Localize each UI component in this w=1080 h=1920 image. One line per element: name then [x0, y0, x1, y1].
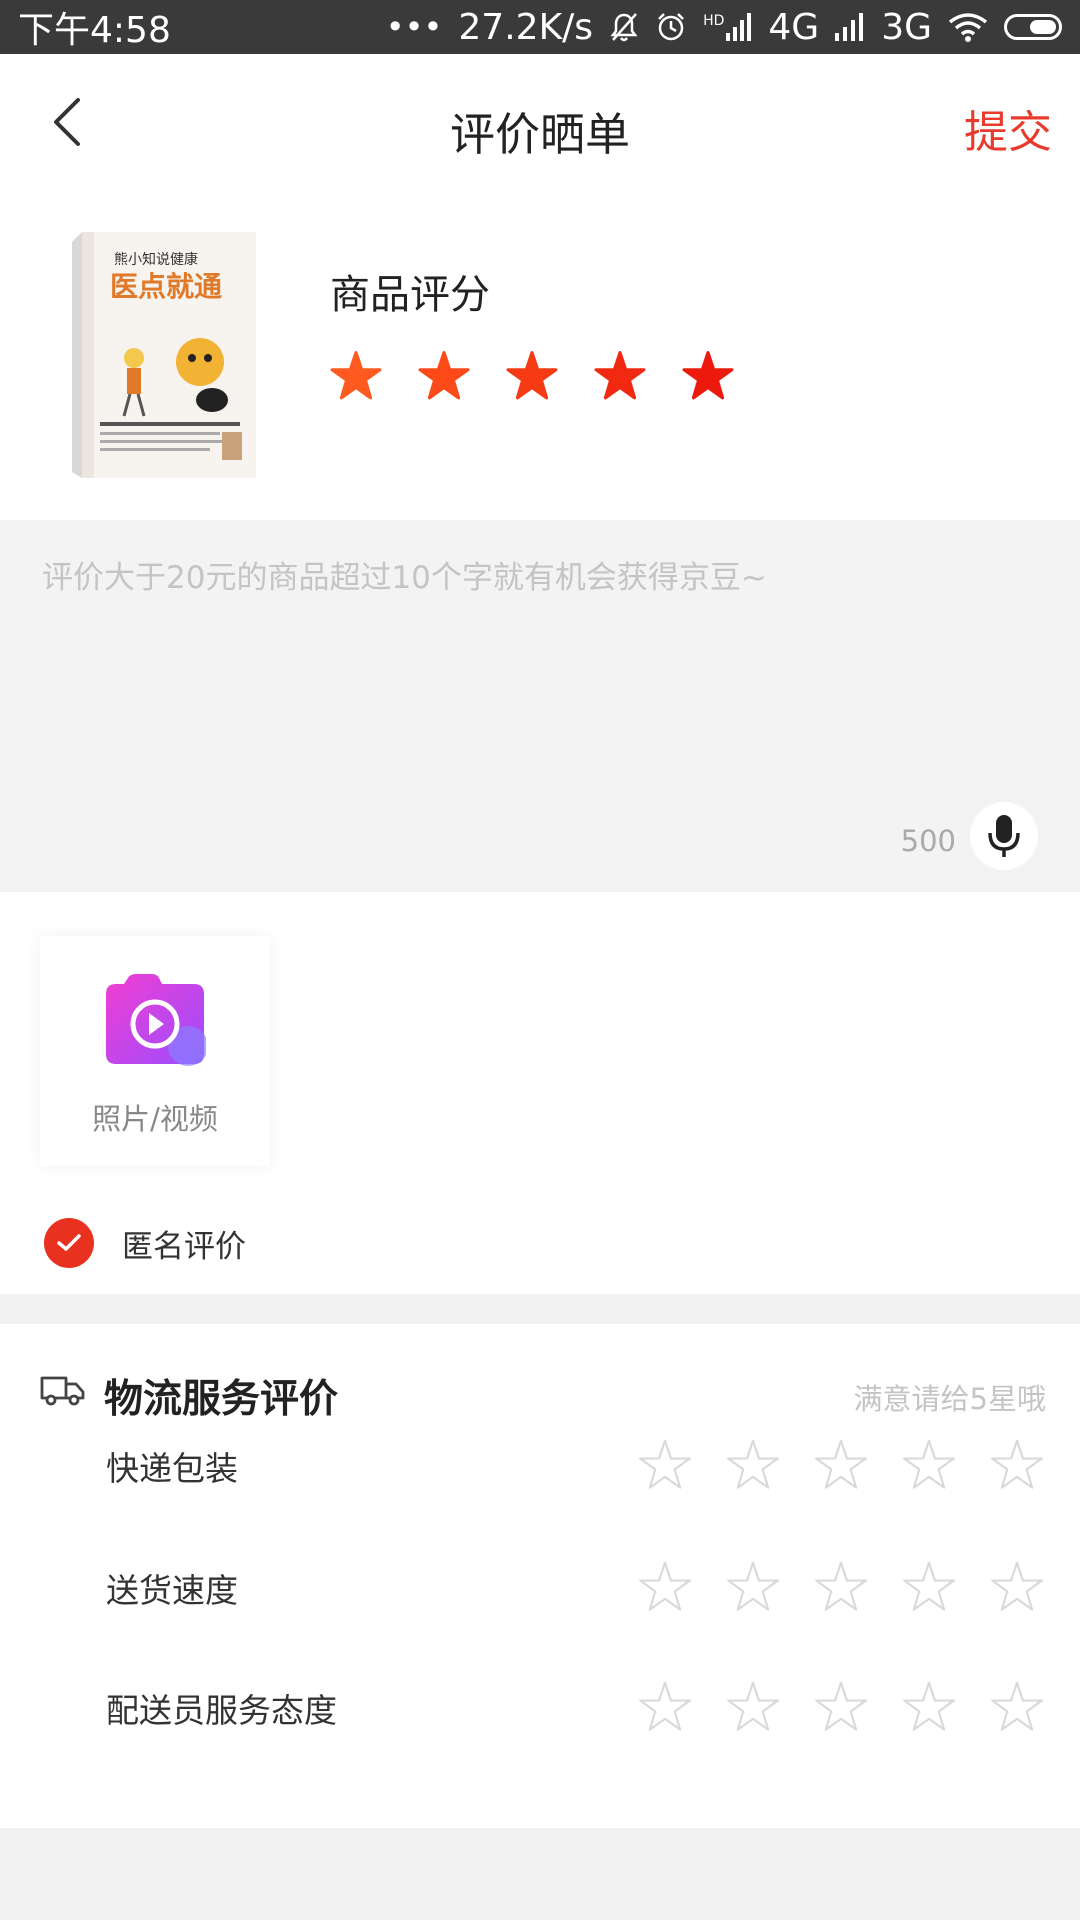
nav-bar: 评价晒单 提交 [0, 54, 1080, 192]
star-empty-icon[interactable] [814, 1438, 868, 1492]
submit-button[interactable]: 提交 [964, 96, 1052, 160]
star-empty-icon[interactable] [726, 1560, 780, 1614]
logistics-title: 物流服务评价 [104, 1377, 339, 1422]
product-rating-label: 商品评分 [330, 272, 490, 318]
mute-bell-icon [610, 13, 638, 42]
microphone-icon [988, 815, 1020, 857]
product-star-rating [330, 350, 734, 402]
star-filled-icon[interactable] [418, 350, 470, 402]
photo-video-label: 照片/视频 [92, 1102, 218, 1136]
delivery-speed-star-rating [638, 1560, 1044, 1614]
truck-icon [40, 1376, 85, 1406]
product-section: 熊小知说健康 医点就通 商品评分 [0, 192, 1080, 520]
star-empty-icon[interactable] [814, 1680, 868, 1734]
wifi-icon [948, 13, 988, 42]
delivery-speed-label: 送货速度 [106, 1571, 238, 1610]
anonymous-toggle[interactable]: 匿名评价 [44, 1218, 246, 1268]
rating-row-packaging: 快递包装 [0, 1424, 1080, 1504]
dots-icon: ••• [385, 8, 443, 46]
signal-3g-label: 3G [881, 6, 932, 48]
logistics-hint: 满意请给5星哦 [853, 1382, 1046, 1416]
star-empty-icon[interactable] [638, 1560, 692, 1614]
book-title-small: 熊小知说健康 [114, 251, 198, 267]
star-empty-icon[interactable] [902, 1560, 956, 1614]
star-empty-icon[interactable] [990, 1560, 1044, 1614]
logistics-section: 物流服务评价 满意请给5星哦 快递包装 送货速度 配送员服务态度 [0, 1324, 1080, 1828]
star-empty-icon[interactable] [726, 1438, 780, 1492]
signal-4g-label: 4G [768, 6, 820, 48]
char-count: 500 [900, 824, 956, 858]
star-empty-icon[interactable] [990, 1680, 1044, 1734]
battery-icon [1004, 14, 1062, 40]
hd-signal-icon: HD [703, 13, 752, 41]
rating-row-speed: 送货速度 [0, 1546, 1080, 1626]
courier-attitude-label: 配送员服务态度 [106, 1691, 337, 1730]
packaging-label: 快递包装 [106, 1449, 238, 1488]
star-empty-icon[interactable] [638, 1438, 692, 1492]
star-empty-icon[interactable] [726, 1680, 780, 1734]
alarm-icon [658, 13, 684, 41]
voice-input-button[interactable] [970, 802, 1038, 870]
book-title-main: 医点就通 [110, 271, 222, 302]
anonymous-label: 匿名评价 [122, 1228, 246, 1265]
add-photo-video-button[interactable]: 照片/视频 [40, 936, 270, 1166]
page-title: 评价晒单 [449, 108, 630, 161]
camera-video-icon [106, 974, 206, 1066]
review-text-input[interactable] [40, 550, 1044, 814]
star-filled-icon[interactable] [506, 350, 558, 402]
star-empty-icon[interactable] [902, 1680, 956, 1734]
rating-row-courier: 配送员服务态度 [0, 1666, 1080, 1746]
star-empty-icon[interactable] [638, 1680, 692, 1734]
star-empty-icon[interactable] [990, 1438, 1044, 1492]
product-image[interactable]: 熊小知说健康 医点就通 [72, 232, 260, 478]
signal-4g-icon [835, 13, 864, 41]
status-time: 下午4:58 [18, 10, 171, 51]
checkmark-icon[interactable] [44, 1218, 94, 1268]
status-icons: ••• 27.2K/s HD 4G 3G [386, 7, 1062, 48]
courier-attitude-star-rating [638, 1680, 1044, 1734]
review-box: 500 [0, 520, 1080, 892]
status-bar: 下午4:58 ••• 27.2K/s HD 4G 3G [0, 0, 1080, 54]
star-empty-icon[interactable] [814, 1560, 868, 1614]
star-filled-icon[interactable] [594, 350, 646, 402]
star-filled-icon[interactable] [682, 350, 734, 402]
media-section: 照片/视频 匿名评价 [0, 892, 1080, 1294]
star-empty-icon[interactable] [902, 1438, 956, 1492]
net-speed: 27.2K/s [458, 6, 594, 48]
star-filled-icon[interactable] [330, 350, 382, 402]
packaging-star-rating [638, 1438, 1044, 1492]
